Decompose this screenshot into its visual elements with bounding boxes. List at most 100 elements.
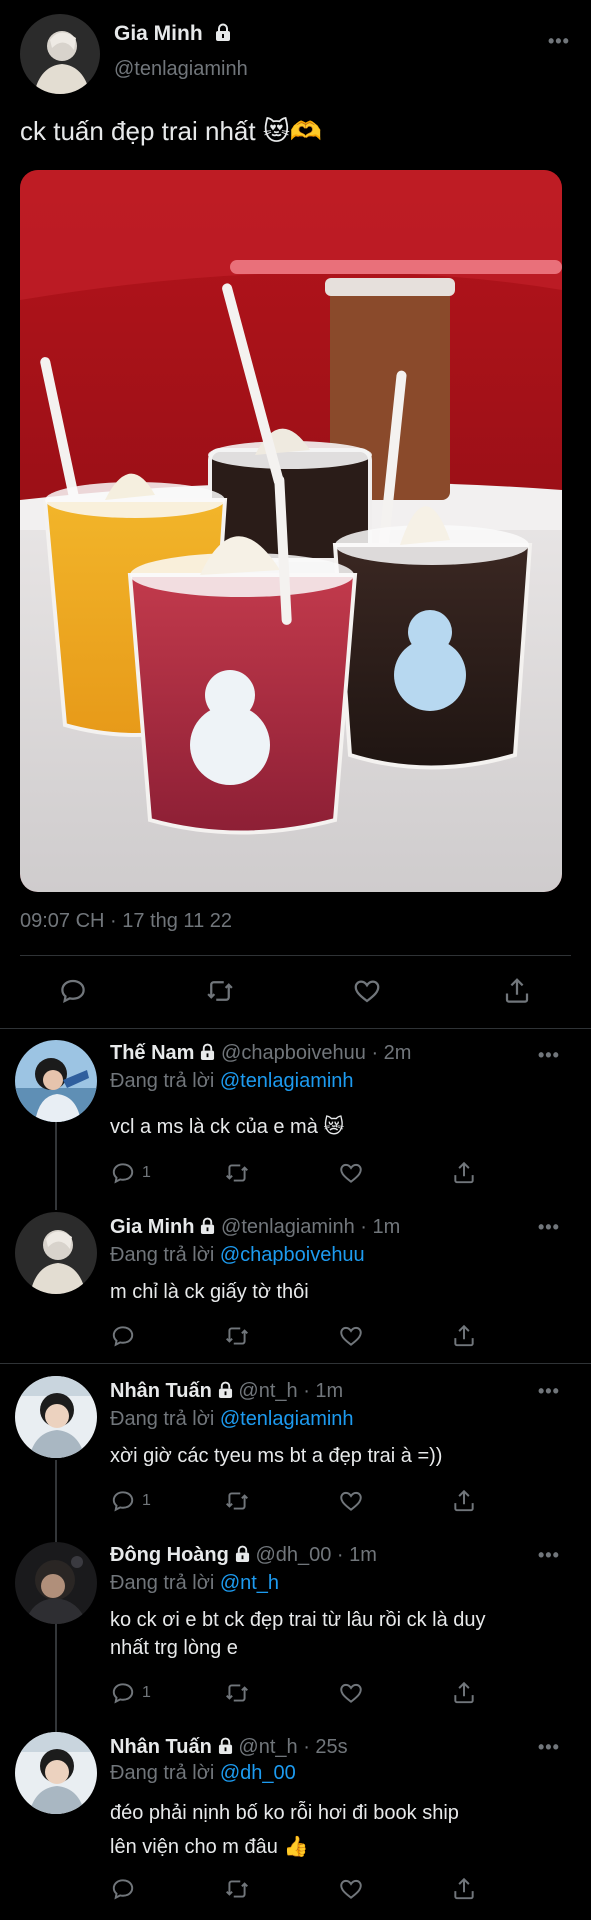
- reply-button[interactable]: [110, 1876, 136, 1902]
- share-button[interactable]: [451, 1160, 477, 1186]
- more-icon[interactable]: •••: [548, 32, 570, 50]
- reply-handle[interactable]: @nt_h · 1m: [238, 1380, 343, 1402]
- thread-line: [55, 1460, 57, 1542]
- more-icon[interactable]: •••: [538, 1738, 560, 1756]
- like-icon: [340, 1326, 362, 1346]
- share-button[interactable]: [451, 1680, 477, 1706]
- reply-handle[interactable]: @nt_h · 25s: [238, 1736, 347, 1758]
- share-button[interactable]: [502, 976, 532, 1006]
- retweet-icon: [226, 1880, 248, 1898]
- reply-button[interactable]: 1: [110, 1488, 151, 1514]
- lock-icon: [215, 23, 230, 41]
- reply-button[interactable]: [58, 976, 88, 1006]
- retweet-icon: [207, 981, 233, 1001]
- replying-to: Đang trả lời @nt_h: [110, 1572, 280, 1594]
- more-icon[interactable]: •••: [538, 1382, 560, 1400]
- replying-to-link[interactable]: @tenlagiaminh: [220, 1408, 354, 1430]
- reply-header: Đông Hoàng @dh_00 · 1m: [110, 1544, 377, 1567]
- reply-count: 1: [142, 1164, 151, 1181]
- reply-text: vcl a ms là ck của e mà 😿: [110, 1116, 345, 1138]
- like-button[interactable]: [338, 1323, 364, 1349]
- like-icon: [354, 980, 380, 1003]
- replying-to: Đang trả lời @chapboivehuu: [110, 1244, 365, 1266]
- reply-header: Nhân Tuấn @nt_h · 1m: [110, 1380, 343, 1403]
- retweet-button[interactable]: [223, 1160, 251, 1186]
- divider: [0, 1363, 591, 1364]
- replying-to-link[interactable]: @chapboivehuu: [220, 1244, 365, 1266]
- author-avatar[interactable]: [20, 14, 100, 94]
- like-button[interactable]: [338, 1876, 364, 1902]
- share-button[interactable]: [451, 1323, 477, 1349]
- replying-to-link[interactable]: @dh_00: [220, 1762, 296, 1784]
- reply-header: Gia Minh @tenlagiaminh · 1m: [110, 1216, 400, 1239]
- author-handle[interactable]: @tenlagiaminh: [114, 58, 248, 81]
- share-icon: [454, 1489, 474, 1512]
- reply-author-name[interactable]: Nhân Tuấn: [110, 1736, 212, 1758]
- share-button[interactable]: [451, 1488, 477, 1514]
- reply-count: 1: [142, 1492, 151, 1509]
- more-icon[interactable]: •••: [538, 1046, 560, 1064]
- replying-to-link[interactable]: @nt_h: [220, 1572, 279, 1594]
- reply-text: m chỉ là ck giấy tờ thôi: [110, 1281, 309, 1303]
- avatar[interactable]: [15, 1376, 97, 1458]
- retweet-button[interactable]: [204, 976, 236, 1006]
- tweet-text: ck tuấn đẹp trai nhất 😻🫶: [20, 116, 323, 146]
- tweet-timestamp: 09:07 CH · 17 thg 11 22: [20, 910, 232, 932]
- reply-button[interactable]: [110, 1323, 136, 1349]
- more-icon[interactable]: •••: [538, 1218, 560, 1236]
- avatar[interactable]: [15, 1732, 97, 1814]
- like-icon: [340, 1879, 362, 1899]
- reply-author-name[interactable]: Đông Hoàng: [110, 1544, 229, 1566]
- reply-handle[interactable]: @dh_00 · 1m: [255, 1544, 376, 1566]
- replying-to: Đang trả lời @tenlagiaminh: [110, 1070, 354, 1092]
- retweet-button[interactable]: [223, 1323, 251, 1349]
- like-button[interactable]: [338, 1160, 364, 1186]
- reply-icon: [112, 1879, 134, 1900]
- avatar[interactable]: [15, 1212, 97, 1294]
- thread-line: [55, 1624, 57, 1732]
- avatar[interactable]: [15, 1542, 97, 1624]
- share-icon: [454, 1324, 474, 1347]
- reply-icon: [112, 1163, 134, 1184]
- like-icon: [340, 1163, 362, 1183]
- tweet-photo[interactable]: [20, 170, 562, 892]
- reply-header: Nhân Tuấn @nt_h · 25s: [110, 1736, 348, 1759]
- author-name[interactable]: Gia Minh: [114, 22, 231, 46]
- like-button[interactable]: [352, 976, 382, 1006]
- thread-line: [55, 1122, 57, 1210]
- share-icon: [505, 978, 529, 1003]
- reply-icon: [112, 1326, 134, 1347]
- retweet-button[interactable]: [223, 1488, 251, 1514]
- share-icon: [454, 1681, 474, 1704]
- reply-handle[interactable]: @tenlagiaminh · 1m: [221, 1216, 400, 1238]
- reply-icon: [112, 1491, 134, 1512]
- reply-author-name[interactable]: Nhân Tuấn: [110, 1380, 212, 1402]
- replying-to: Đang trả lời @tenlagiaminh: [110, 1408, 354, 1430]
- retweet-icon: [226, 1164, 248, 1182]
- more-icon[interactable]: •••: [538, 1546, 560, 1564]
- retweet-button[interactable]: [223, 1680, 251, 1706]
- reply-handle[interactable]: @chapboivehuu · 2m: [221, 1042, 411, 1064]
- replying-to: Đang trả lời @dh_00: [110, 1762, 296, 1784]
- like-icon: [340, 1683, 362, 1703]
- reply-button[interactable]: 1: [110, 1160, 151, 1186]
- reply-text: xời giờ các tyeu ms bt a đẹp trai à =)): [110, 1445, 443, 1467]
- like-icon: [340, 1491, 362, 1511]
- reply-author-name[interactable]: Gia Minh: [110, 1216, 194, 1238]
- retweet-button[interactable]: [223, 1876, 251, 1902]
- lock-icon: [218, 1737, 232, 1754]
- reply-button[interactable]: 1: [110, 1680, 151, 1706]
- reply-count: 1: [142, 1684, 151, 1701]
- reply-text: đéo phải nịnh bố ko rỗi hơi đi book ship…: [110, 1802, 459, 1858]
- reply-text: ko ck ơi e bt ck đẹp trai từ lâu rồi ck …: [110, 1609, 486, 1659]
- reply-icon: [112, 1683, 134, 1704]
- lock-icon: [218, 1381, 232, 1398]
- share-icon: [454, 1161, 474, 1184]
- replying-to-link[interactable]: @tenlagiaminh: [220, 1070, 354, 1092]
- like-button[interactable]: [338, 1680, 364, 1706]
- share-button[interactable]: [451, 1876, 477, 1902]
- lock-icon: [201, 1217, 215, 1234]
- like-button[interactable]: [338, 1488, 364, 1514]
- avatar[interactable]: [15, 1040, 97, 1122]
- reply-author-name[interactable]: Thế Nam: [110, 1042, 194, 1064]
